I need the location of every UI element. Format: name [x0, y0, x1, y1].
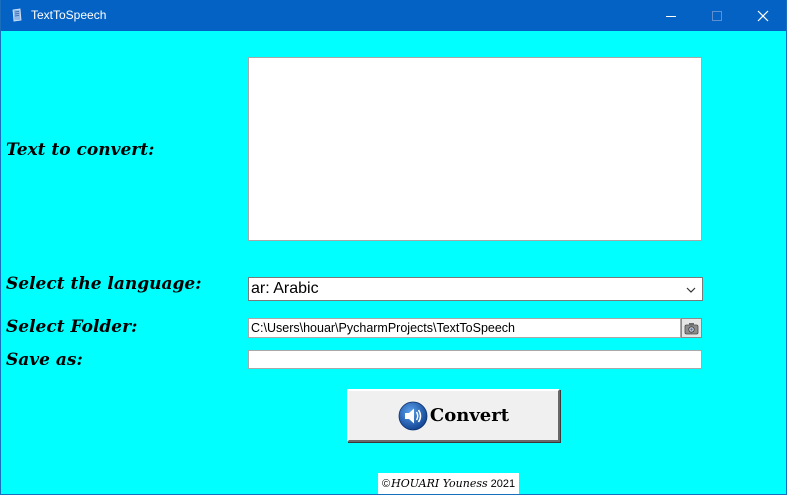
camera-icon [684, 322, 699, 334]
convert-label: Convert [429, 405, 510, 426]
folder-label: Select Folder: [6, 317, 138, 337]
close-button[interactable] [740, 0, 786, 31]
close-icon [757, 10, 769, 21]
save-as-label: Save as: [6, 350, 83, 370]
app-icon [12, 8, 22, 22]
minimize-button[interactable] [648, 0, 694, 31]
maximize-icon [712, 10, 722, 21]
language-select[interactable]: ar: Arabic [248, 277, 703, 301]
author-name: HOUARI Youness [391, 477, 488, 490]
copyright-footer: © HOUARI Youness 2021 [378, 473, 520, 494]
text-to-convert-input[interactable] [248, 57, 702, 241]
copyright-year: 2021 [490, 477, 516, 490]
save-as-input[interactable] [248, 350, 702, 369]
window-title: TextToSpeech [31, 8, 107, 22]
convert-button[interactable]: Convert [347, 389, 560, 442]
title-bar[interactable]: TextToSpeech [1, 0, 786, 31]
chevron-down-icon [686, 287, 696, 293]
copyright-symbol: © [382, 477, 391, 490]
maximize-button[interactable] [694, 0, 740, 31]
folder-path-input[interactable]: C:\Users\houar\PycharmProjects\TextToSpe… [248, 318, 681, 338]
minimize-icon [666, 15, 676, 17]
language-label: Select the language: [6, 274, 202, 294]
folder-path-value: C:\Users\houar\PycharmProjects\TextToSpe… [251, 321, 515, 335]
language-selected-value: ar: Arabic [251, 280, 319, 297]
browse-folder-button[interactable] [681, 318, 702, 338]
app-window: TextToSpeech Text to convert: Select the… [0, 0, 787, 495]
text-to-convert-label: Text to convert: [6, 140, 155, 160]
speaker-icon [398, 401, 428, 430]
